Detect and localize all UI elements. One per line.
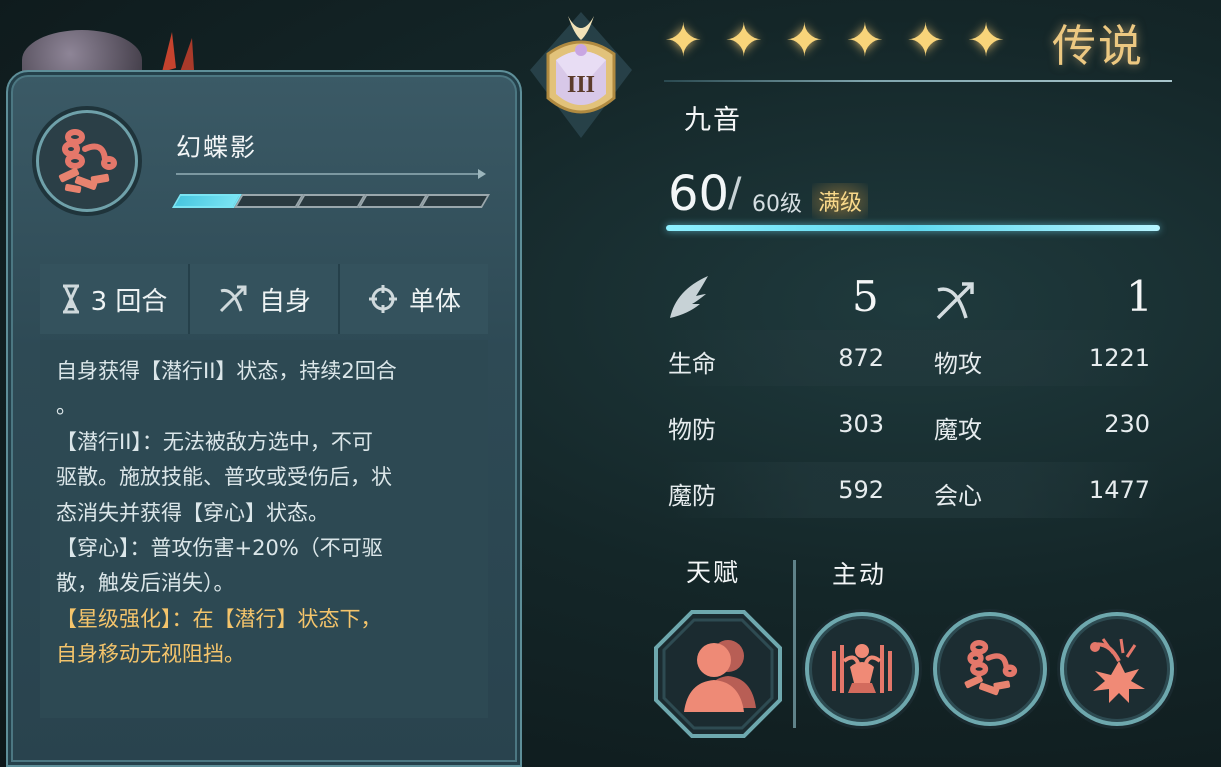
talent-skill-button[interactable] <box>652 608 784 740</box>
level-current: 60 <box>668 166 730 222</box>
tag-target-type-label: 自身 <box>258 286 311 317</box>
stat-value: 872 <box>838 344 884 372</box>
active-skill-3-button[interactable] <box>1060 612 1174 726</box>
rank-emblem-icon: III <box>530 12 632 138</box>
stat-label: 物防 <box>668 416 716 444</box>
stat-value: 303 <box>838 410 884 438</box>
desc-line: 态消失并获得【穿心】状态。 <box>56 500 329 525</box>
top-stat-value-1: 5 <box>852 272 879 321</box>
level-progress-bar <box>666 225 1160 231</box>
skill-level-pip <box>419 194 491 208</box>
star-icon: ✦ <box>785 13 824 67</box>
stat-label: 魔防 <box>668 482 716 510</box>
skill-detail-card: 幻蝶影 3 回合 自身 单体 自身获得【潜行II】状态，持续2回合 。 【潜行I… <box>6 70 522 767</box>
top-stat-value-2: 1 <box>1126 272 1153 321</box>
active-section-label: 主动 <box>832 560 887 589</box>
star-icon: ✦ <box>845 13 885 67</box>
bow-icon <box>219 285 247 313</box>
desc-line: 自身获得【潜行II】状态，持续2回合 <box>56 359 397 383</box>
background-horn-icon <box>162 32 194 72</box>
skill-level-bars <box>171 194 491 208</box>
star-icon: ✦ <box>664 13 703 67</box>
stat-value: 230 <box>1104 410 1150 438</box>
desc-star-upgrade-line: 自身移动无视阻挡。 <box>56 642 245 667</box>
max-level-badge: 满级 <box>812 183 869 219</box>
level-max: 60级 <box>752 192 802 217</box>
section-divider <box>793 560 796 728</box>
stat-label: 魔攻 <box>934 416 982 444</box>
desc-star-upgrade-line: 【星级强化】：在【潜行】状态下， <box>56 606 382 631</box>
burst-strike-icon <box>1090 638 1145 703</box>
star-icon: ✦ <box>724 13 764 67</box>
stat-value: 1477 <box>1088 476 1150 504</box>
desc-line: 驱散。施放技能、普攻或受伤后，状 <box>56 465 392 490</box>
active-skill-1-button[interactable] <box>805 612 919 726</box>
skill-level-pip <box>171 194 243 208</box>
talent-section-label: 天赋 <box>686 558 741 587</box>
bow-icon <box>936 282 974 320</box>
chain-claw-icon <box>964 640 1018 696</box>
star-rating: ✦ ✦ ✦ ✦ ✦ ✦ <box>664 10 1005 70</box>
desc-line: 【潜行II】：无法被敌方选中，不可 <box>56 429 373 454</box>
tag-duration: 3 回合 <box>40 264 190 334</box>
skill-tags: 3 回合 自身 单体 <box>40 264 488 334</box>
rarity-label: 传说 <box>1052 21 1144 72</box>
stat-label: 生命 <box>668 350 716 378</box>
star-icon: ✦ <box>906 13 945 67</box>
dance-figure-icon <box>832 644 892 693</box>
stat-value: 1221 <box>1088 344 1150 372</box>
tag-range: 单体 <box>340 264 488 334</box>
desc-line: 【穿心】：普攻伤害+20%（不可驱 <box>56 536 383 561</box>
stat-label: 会心 <box>934 482 982 510</box>
stat-value: 592 <box>838 476 884 504</box>
skill-name: 幻蝶影 <box>176 133 258 162</box>
skill-level-pip <box>357 194 429 208</box>
star-icon: ✦ <box>966 13 1006 67</box>
chain-claw-icon <box>58 129 117 194</box>
desc-line: 散，触发后消失）。 <box>56 571 235 596</box>
level-slash: / <box>728 170 742 216</box>
skill-description: 自身获得【潜行II】状态，持续2回合 。 【潜行II】：无法被敌方选中，不可 驱… <box>40 340 488 718</box>
stat-row: 魔防 592 会心 1477 <box>664 462 1164 518</box>
stat-row: 生命 872 物攻 1221 <box>664 330 1164 386</box>
tag-range-label: 单体 <box>408 286 461 317</box>
wing-icon <box>670 276 708 318</box>
tag-target-type: 自身 <box>190 264 340 334</box>
title-divider <box>664 80 1172 82</box>
skill-icon <box>36 110 138 212</box>
emblem-numeral: III <box>567 72 595 98</box>
skill-level-pip <box>295 194 367 208</box>
stat-label: 物攻 <box>934 350 982 378</box>
crosshair-icon <box>368 285 397 313</box>
skill-name-underline <box>176 169 486 179</box>
tag-duration-label: 3 回合 <box>90 286 168 317</box>
hero-name: 九音 <box>684 105 742 136</box>
stat-row: 物防 303 魔攻 230 <box>664 396 1164 452</box>
skill-level-pip <box>233 194 305 208</box>
hourglass-icon <box>62 284 79 314</box>
active-skill-2-button[interactable] <box>933 612 1047 726</box>
desc-line: 。 <box>56 394 77 419</box>
